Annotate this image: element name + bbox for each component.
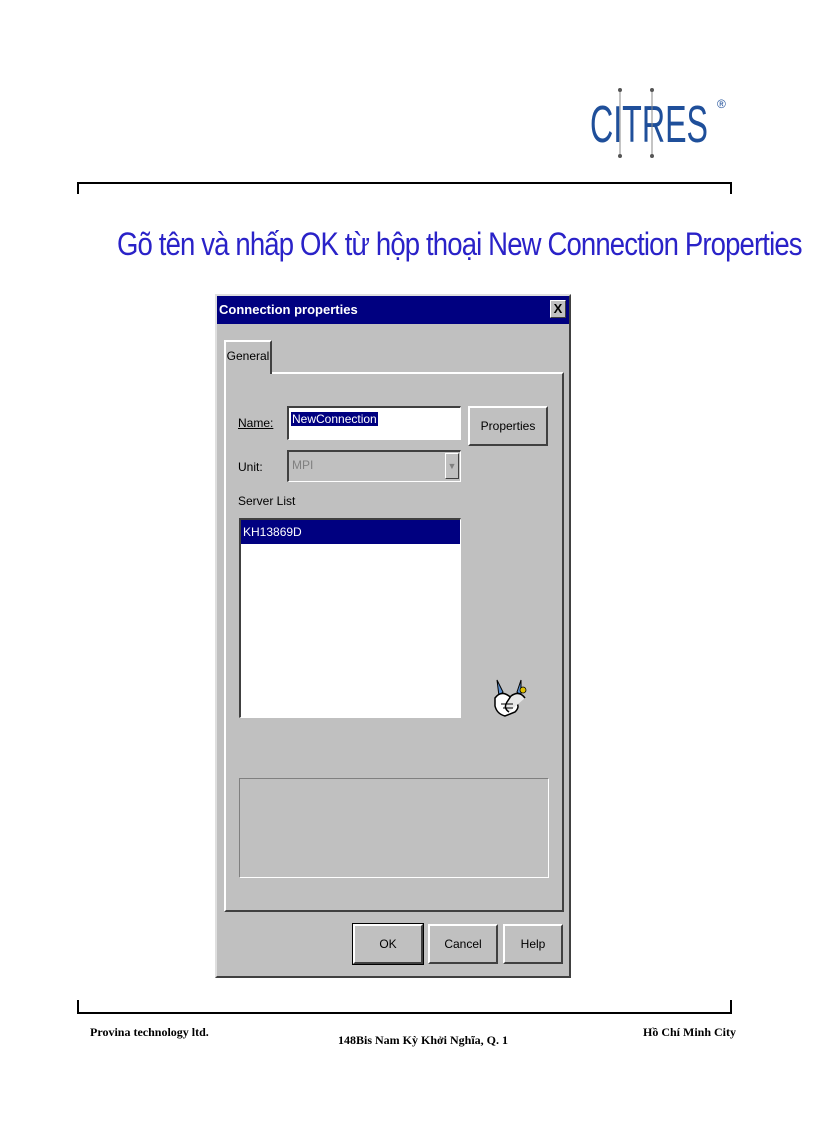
name-input[interactable]: NewConnection bbox=[287, 406, 461, 440]
status-area bbox=[239, 778, 549, 878]
name-label: Name: bbox=[238, 416, 273, 430]
footer-rule bbox=[77, 1012, 732, 1014]
footer-rule-right-tick bbox=[730, 1000, 732, 1014]
server-list-label: Server List bbox=[238, 494, 296, 508]
ok-button[interactable]: OK bbox=[352, 923, 424, 965]
close-button[interactable]: X bbox=[550, 300, 566, 318]
name-label-text: Name: bbox=[238, 416, 274, 430]
unit-select-value: MPI bbox=[292, 458, 314, 472]
connection-properties-dialog: Connection properties X General Name: Ne… bbox=[215, 294, 571, 978]
header-rule bbox=[77, 182, 732, 184]
citres-logo: CITRES ® bbox=[590, 82, 730, 162]
dialog-title: Connection properties bbox=[219, 302, 358, 317]
unit-select[interactable]: MPI ▼ bbox=[287, 450, 461, 482]
server-list-item[interactable]: KH13869D bbox=[241, 520, 460, 544]
footer-company: Provina technology ltd. bbox=[90, 1025, 209, 1039]
svg-text:®: ® bbox=[717, 97, 726, 111]
tab-general[interactable]: General bbox=[224, 340, 272, 374]
slide-title: Gõ tên và nhấp OK từ hộp thoại New Conne… bbox=[117, 226, 803, 262]
properties-button[interactable]: Properties bbox=[468, 406, 548, 446]
unit-label: Unit: bbox=[238, 460, 263, 474]
header-rule-right-tick bbox=[730, 182, 732, 194]
footer-address: 148Bis Nam Kỳ Khởi Nghĩa, Q. 1 bbox=[338, 1033, 508, 1047]
header-rule-left-tick bbox=[77, 182, 79, 194]
name-input-value: NewConnection bbox=[291, 412, 378, 426]
footer-rule-left-tick bbox=[77, 1000, 79, 1014]
footer-city: Hồ Chí Minh City bbox=[643, 1025, 737, 1039]
server-list[interactable]: KH13869D bbox=[239, 518, 461, 718]
cancel-button[interactable]: Cancel bbox=[428, 924, 498, 964]
svg-text:CITRES: CITRES bbox=[590, 96, 708, 154]
handshake-icon bbox=[491, 676, 529, 722]
dialog-titlebar: Connection properties X bbox=[217, 296, 569, 324]
chevron-down-icon[interactable]: ▼ bbox=[445, 453, 459, 479]
help-button[interactable]: Help bbox=[503, 924, 563, 964]
